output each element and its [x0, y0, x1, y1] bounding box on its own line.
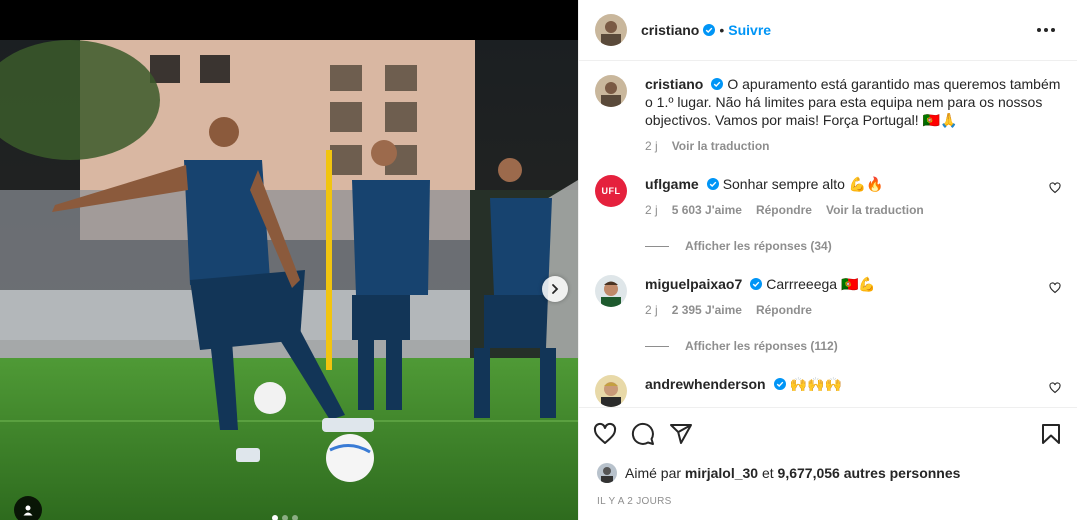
- comment-icon: [631, 422, 654, 445]
- more-options-button[interactable]: [1031, 22, 1061, 38]
- bookmark-icon: [1042, 424, 1060, 444]
- chevron-right-icon: [552, 284, 559, 294]
- post-header: cristiano • Suivre: [579, 0, 1077, 61]
- post-actions: Aimé par mirjalol_30 et 9,677,056 autres…: [579, 407, 1077, 517]
- post-photo[interactable]: [0, 40, 578, 520]
- comment-text: Carrreeega: [766, 276, 841, 292]
- next-image-button[interactable]: [542, 276, 568, 302]
- comment-emoji: 🙌🙌🙌: [789, 376, 842, 392]
- liked-by-middle: et: [758, 465, 778, 481]
- share-button[interactable]: [669, 422, 693, 446]
- comment-time: 2 j: [645, 203, 658, 217]
- view-replies-button[interactable]: Afficher les réponses (34): [645, 239, 832, 253]
- verified-icon: [711, 78, 724, 90]
- heart-icon: [1049, 282, 1061, 294]
- avatar[interactable]: [595, 14, 627, 46]
- comment-username[interactable]: andrewhenderson: [645, 376, 766, 392]
- more-icon: [1037, 28, 1041, 32]
- comment-emoji: 🇵🇹💪: [840, 276, 876, 292]
- caption: cristiano O apuramento está garantido mas…: [595, 75, 1061, 155]
- post-media: [0, 0, 578, 520]
- caption-text: O apuramento está garantido mas queremos…: [645, 76, 1061, 128]
- verified-icon: [750, 278, 763, 290]
- heart-icon: [593, 422, 617, 444]
- comment-time: 2 j: [645, 303, 658, 317]
- liked-by-prefix: Aimé par: [625, 465, 682, 481]
- verified-icon: [703, 24, 716, 36]
- comment: andrewhenderson 🙌🙌🙌: [595, 375, 1061, 407]
- comment: UFL uflgame Sonhar sempre alto 💪🔥 2 j 5 6…: [595, 175, 1061, 219]
- post-author-username[interactable]: cristiano: [641, 22, 699, 38]
- follow-button[interactable]: Suivre: [728, 22, 771, 38]
- share-icon: [670, 424, 692, 444]
- caption-emoji: 🇵🇹🙏: [922, 112, 958, 128]
- heart-icon: [1049, 182, 1061, 194]
- comment-text: Sonhar sempre alto: [722, 176, 849, 192]
- carousel-dot: [272, 515, 278, 520]
- user-tag-icon: [23, 505, 33, 516]
- comment: miguelpaixao7 Carrreeega 🇵🇹💪 2 j 2 395 J'…: [595, 275, 1061, 319]
- comment-emoji: 💪🔥: [848, 176, 884, 192]
- like-comment-button[interactable]: [1049, 281, 1061, 297]
- avatar-label: UFL: [601, 186, 621, 196]
- caption-time: 2 j: [645, 139, 658, 153]
- post-panel: cristiano • Suivre cristiano O apuramento…: [578, 0, 1077, 520]
- save-button[interactable]: [1039, 422, 1063, 446]
- post-dialog: cristiano • Suivre cristiano O apuramento…: [0, 0, 1077, 520]
- carousel-dot: [282, 515, 288, 520]
- comment-username[interactable]: miguelpaixao7: [645, 276, 742, 292]
- heart-icon: [1049, 382, 1061, 394]
- comment-username[interactable]: uflgame: [645, 176, 699, 192]
- like-count[interactable]: 9,677,056 autres personnes: [778, 465, 961, 481]
- verified-icon: [773, 378, 786, 390]
- carousel-dot: [292, 515, 298, 520]
- avatar[interactable]: UFL: [595, 175, 627, 207]
- view-replies-label: Afficher les réponses (34): [685, 239, 832, 253]
- comment-likes[interactable]: 5 603 J'aime: [672, 201, 742, 219]
- reply-button[interactable]: Répondre: [756, 201, 812, 219]
- like-comment-button[interactable]: [1049, 381, 1061, 397]
- avatar[interactable]: [597, 463, 617, 483]
- comment-button[interactable]: [631, 422, 655, 446]
- caption-username[interactable]: cristiano: [645, 76, 703, 92]
- separator-dot: •: [719, 22, 725, 38]
- post-timestamp[interactable]: IL Y A 2 JOURS: [579, 486, 1077, 517]
- carousel-indicator: [272, 515, 298, 520]
- translate-link[interactable]: Voir la traduction: [826, 201, 924, 219]
- liked-by: Aimé par mirjalol_30 et 9,677,056 autres…: [579, 460, 1077, 486]
- tagged-users-button[interactable]: [14, 496, 42, 520]
- view-replies-button[interactable]: Afficher les réponses (112): [645, 339, 838, 353]
- comment-likes[interactable]: 2 395 J'aime: [672, 301, 742, 319]
- reply-button[interactable]: Répondre: [756, 301, 812, 319]
- translate-link[interactable]: Voir la traduction: [672, 137, 770, 155]
- avatar[interactable]: [595, 75, 627, 107]
- like-comment-button[interactable]: [1049, 181, 1061, 197]
- avatar[interactable]: [595, 375, 627, 407]
- verified-icon: [706, 178, 719, 190]
- avatar[interactable]: [595, 275, 627, 307]
- liked-by-user[interactable]: mirjalol_30: [685, 465, 758, 481]
- like-button[interactable]: [593, 422, 617, 446]
- view-replies-label: Afficher les réponses (112): [685, 339, 838, 353]
- comments-list[interactable]: cristiano O apuramento está garantido mas…: [579, 61, 1077, 407]
